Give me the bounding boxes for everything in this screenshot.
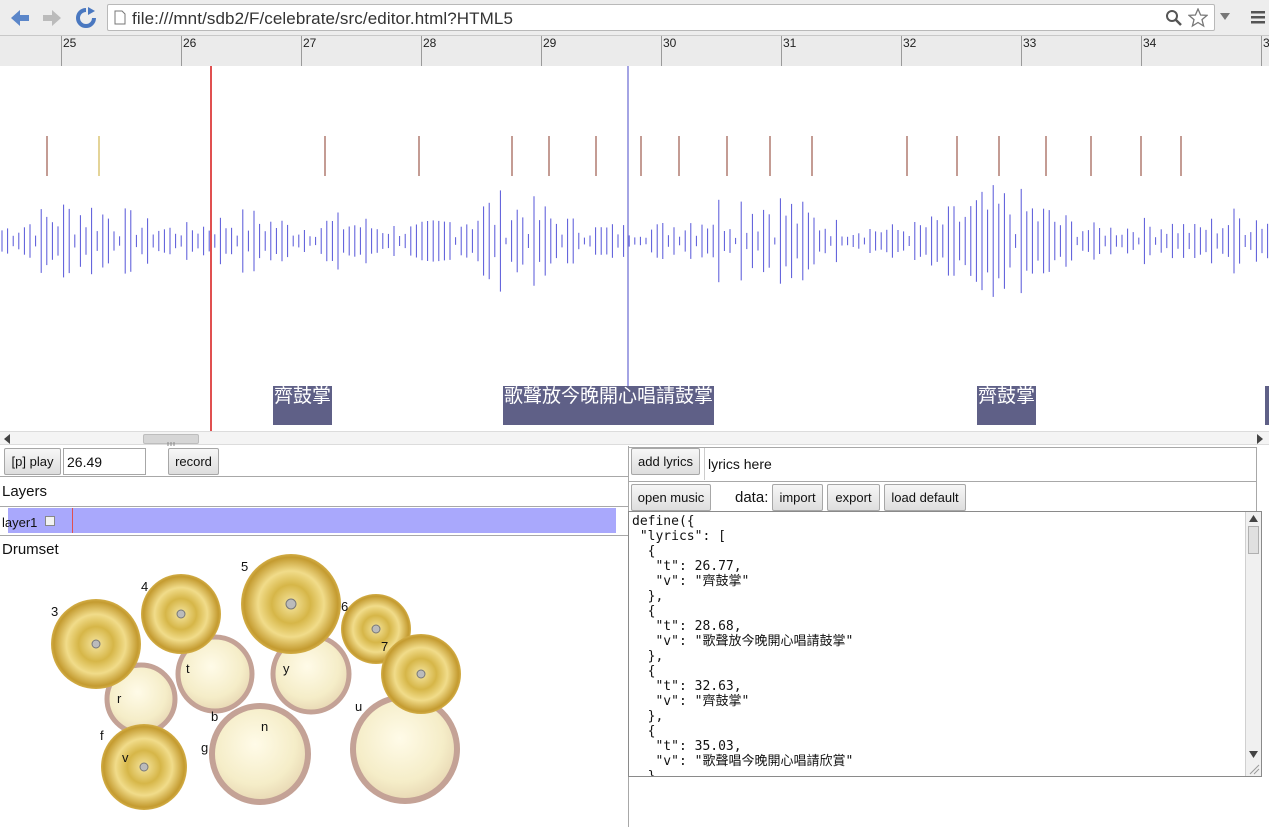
drum-label: 3: [51, 604, 59, 619]
drum-label: 5: [241, 559, 249, 574]
reload-icon: [76, 7, 96, 28]
timeline-canvas[interactable]: 齊鼓掌 歌聲放今晚開心唱請鼓掌 齊鼓掌: [0, 66, 1269, 432]
forward-arrow-icon: [43, 10, 61, 26]
grip-icon: [167, 442, 175, 446]
ruler-tick: [181, 36, 182, 66]
ruler-tick: [541, 36, 542, 66]
lyric-block[interactable]: 歌聲放今晚開心唱請鼓掌: [503, 386, 715, 425]
ruler-tick: [661, 36, 662, 66]
layers-title: Layers: [2, 483, 48, 500]
scroll-left-icon[interactable]: [3, 434, 11, 444]
divider: [0, 535, 628, 536]
layer-visibility-checkbox[interactable]: [45, 516, 55, 526]
right-panel-border: [1256, 447, 1257, 511]
drum-label: 4: [141, 579, 149, 594]
drum-label: f: [100, 728, 104, 743]
scroll-up-icon[interactable]: [1249, 515, 1258, 522]
drum-label: 6: [341, 599, 349, 614]
ruler-tick-label: 27: [303, 36, 317, 50]
ruler-tick: [781, 36, 782, 66]
add-lyrics-button[interactable]: add lyrics: [631, 448, 700, 475]
open-music-button[interactable]: open music: [631, 484, 711, 511]
cymbal-3[interactable]: [51, 599, 141, 689]
divider: [0, 476, 628, 477]
layer-track[interactable]: [8, 508, 616, 533]
cymbal-v[interactable]: [101, 724, 187, 810]
scroll-thumb[interactable]: [143, 434, 199, 446]
ruler-tick-label: 34: [1143, 36, 1157, 50]
play-button[interactable]: [p] play: [4, 448, 61, 475]
ruler-tick-label: 30: [663, 36, 677, 50]
ruler-tick-label: 33: [1023, 36, 1037, 50]
ruler-tick-label: 26: [183, 36, 197, 50]
time-ruler[interactable]: 25 26 27 28 29 30 31 32 33 34 3: [0, 36, 1269, 66]
ruler-tick-label: 32: [903, 36, 917, 50]
drum-u[interactable]: [350, 694, 460, 804]
divider: [629, 481, 1257, 482]
ruler-tick-label: 25: [63, 36, 77, 50]
forward-button[interactable]: [40, 6, 64, 30]
url-text: file:///mnt/sdb2/F/celebrate/src/editor.…: [132, 9, 514, 28]
drum-label: t: [186, 661, 190, 676]
ruler-tick: [61, 36, 62, 66]
dropdown-icon[interactable]: [1220, 13, 1230, 21]
ruler-tick-label: 31: [783, 36, 797, 50]
time-input[interactable]: [63, 448, 146, 475]
divider: [629, 447, 1257, 448]
bookmark-star-icon[interactable]: [1188, 8, 1208, 28]
drum-label: g: [201, 740, 209, 755]
drum-label: 7: [381, 639, 389, 654]
cymbal-4[interactable]: [141, 574, 221, 654]
cymbal-5[interactable]: [241, 554, 341, 654]
layer-playhead: [72, 508, 73, 533]
drum-label: y: [283, 661, 290, 676]
ruler-tick: [901, 36, 902, 66]
drum-label: r: [117, 691, 122, 706]
lyric-block[interactable]: 齊鼓掌: [977, 386, 1037, 425]
drum-label: b: [211, 709, 219, 724]
reload-button[interactable]: [74, 6, 98, 30]
ruler-tick: [1021, 36, 1022, 66]
menu-icon[interactable]: [1250, 9, 1266, 25]
drum-label: n: [261, 719, 269, 734]
drum-n[interactable]: [209, 703, 311, 805]
timeline-scrollbar[interactable]: [0, 431, 1269, 446]
scroll-down-icon[interactable]: [1249, 751, 1258, 758]
data-code-text: define({ "lyrics": [ { "t": 26.77, "v": …: [632, 514, 854, 777]
drum-label: u: [355, 699, 363, 714]
drum-label: v: [122, 750, 129, 765]
lyrics-input[interactable]: [704, 448, 907, 480]
lyric-block[interactable]: 齊鼓掌: [273, 386, 333, 425]
address-bar[interactable]: file:///mnt/sdb2/F/celebrate/src/editor.…: [107, 4, 1215, 31]
textarea-scroll-thumb[interactable]: [1248, 526, 1259, 554]
resize-grip-icon[interactable]: [1248, 763, 1260, 775]
import-button[interactable]: import: [772, 484, 823, 511]
back-button[interactable]: [8, 6, 32, 30]
data-label: data:: [735, 489, 769, 506]
divider: [0, 506, 628, 507]
record-button[interactable]: record: [168, 448, 219, 475]
ruler-tick: [421, 36, 422, 66]
page-icon: [114, 10, 126, 25]
ruler-tick: [1261, 36, 1262, 66]
ruler-tick-label: 28: [423, 36, 437, 50]
load-default-button[interactable]: load default: [884, 484, 966, 511]
browser-toolbar: file:///mnt/sdb2/F/celebrate/src/editor.…: [0, 0, 1269, 36]
ruler-tick: [301, 36, 302, 66]
layer-name: layer1: [2, 515, 38, 530]
scroll-right-icon[interactable]: [1256, 434, 1264, 444]
ruler-tick-label: 3: [1263, 36, 1269, 50]
data-textarea[interactable]: define({ "lyrics": [ { "t": 26.77, "v": …: [628, 511, 1262, 777]
lyric-block-edge[interactable]: [1265, 386, 1269, 425]
ruler-tick-label: 29: [543, 36, 557, 50]
cymbal-7[interactable]: [381, 634, 461, 714]
drumset-canvas: [51, 554, 461, 810]
waveform: [1, 66, 1269, 432]
textarea-scrollbar[interactable]: [1245, 512, 1261, 776]
back-arrow-icon: [11, 10, 29, 26]
ruler-tick: [1141, 36, 1142, 66]
export-button[interactable]: export: [827, 484, 880, 511]
zoom-icon[interactable]: [1165, 9, 1183, 27]
